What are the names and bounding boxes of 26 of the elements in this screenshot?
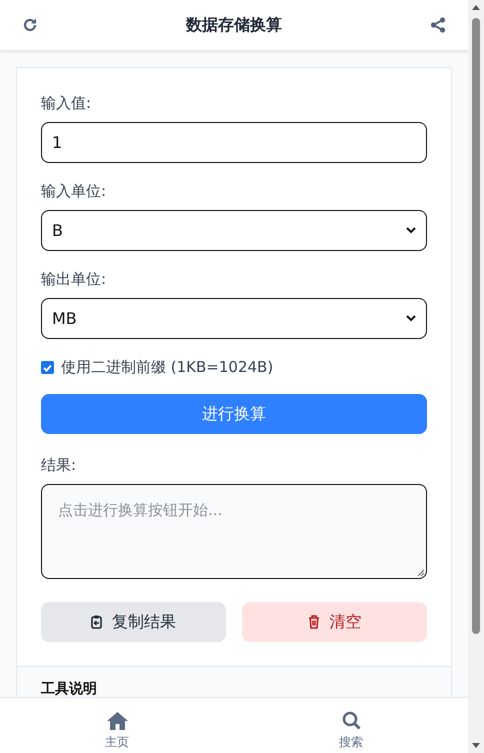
section-title: 工具说明 [41, 681, 97, 697]
unit-select[interactable]: B [41, 210, 427, 251]
share-icon[interactable] [430, 17, 446, 33]
convert-button[interactable]: 进行换算 [41, 394, 427, 434]
clear-button[interactable]: 清空 [242, 602, 427, 642]
search-icon [342, 711, 360, 730]
field-label: 输入单位: [41, 182, 108, 201]
nav-item[interactable]: 主页 [0, 698, 234, 753]
copy-button[interactable]: 复制结果 [41, 602, 226, 642]
clipboard-icon [91, 615, 102, 629]
input-field[interactable]: 1 [41, 122, 427, 163]
unit-select[interactable]: MB [41, 298, 427, 339]
field-label: 输入值: [41, 94, 92, 113]
field-label: 输出单位: [41, 270, 108, 289]
refresh-icon[interactable] [22, 17, 38, 33]
caret-icon [406, 315, 416, 322]
nav-item[interactable]: 搜索 [234, 698, 468, 753]
scrollbar[interactable] [468, 0, 484, 753]
result-box[interactable]: 点击进行换算按钮开始... [41, 484, 427, 579]
trash-icon [308, 615, 320, 629]
field-label: 结果: [41, 456, 78, 475]
page-title: 数据存储换算 [186, 14, 282, 36]
checkbox[interactable] [41, 361, 54, 374]
caret-icon [406, 227, 416, 234]
home-icon [106, 712, 128, 730]
checkbox-label: 使用二进制前缀 (1KB=1024B) [61, 358, 274, 377]
